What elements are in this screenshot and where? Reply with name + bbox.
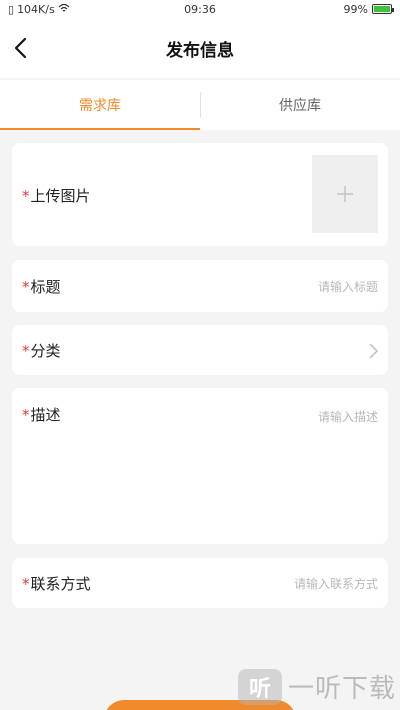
tab-divider xyxy=(200,92,201,118)
watermark: 听 一听下载 xyxy=(237,668,396,705)
watermark-text: 一听下载 xyxy=(287,674,396,704)
wifi-icon xyxy=(58,3,70,16)
plus-icon xyxy=(337,186,353,202)
title-field[interactable]: *标题 请输入标题 xyxy=(12,260,388,312)
chevron-left-icon xyxy=(14,37,27,59)
tab-bar: 需求库 供应库 xyxy=(0,80,400,130)
page-title: 发布信息 xyxy=(166,40,234,61)
battery-icon xyxy=(372,4,394,14)
contact-label: *联系方式 xyxy=(22,575,91,593)
nav-bar: 发布信息 xyxy=(0,18,400,78)
back-button[interactable] xyxy=(10,36,34,60)
description-input[interactable]: 请输入描述 xyxy=(318,408,378,425)
contact-input[interactable]: 请输入联系方式 xyxy=(294,575,378,592)
watermark-logo: 听 xyxy=(237,668,282,705)
description-field[interactable]: *描述 请输入描述 xyxy=(12,388,388,544)
upload-label: *上传图片 xyxy=(22,187,91,205)
contact-field[interactable]: *联系方式 请输入联系方式 xyxy=(12,558,388,608)
tab-supply[interactable]: 供应库 xyxy=(200,80,400,130)
battery-percent: 99% xyxy=(343,2,368,16)
title-input[interactable]: 请输入标题 xyxy=(318,278,378,295)
sim-icon: ▯ xyxy=(8,2,15,16)
title-label: *标题 xyxy=(22,278,61,296)
upload-card: *上传图片 xyxy=(12,143,388,246)
network-speed: 104K/s xyxy=(17,2,55,16)
category-field[interactable]: *分类 xyxy=(12,325,388,375)
upload-image-button[interactable] xyxy=(312,155,378,233)
description-label: *描述 xyxy=(22,406,61,424)
category-label: *分类 xyxy=(22,342,61,360)
chevron-right-icon xyxy=(369,343,379,359)
status-time: 09:36 xyxy=(184,2,216,16)
required-mark: * xyxy=(22,187,30,205)
status-bar: ▯ 104K/s 09:36 99% xyxy=(0,0,400,18)
tab-demand[interactable]: 需求库 xyxy=(0,80,200,130)
